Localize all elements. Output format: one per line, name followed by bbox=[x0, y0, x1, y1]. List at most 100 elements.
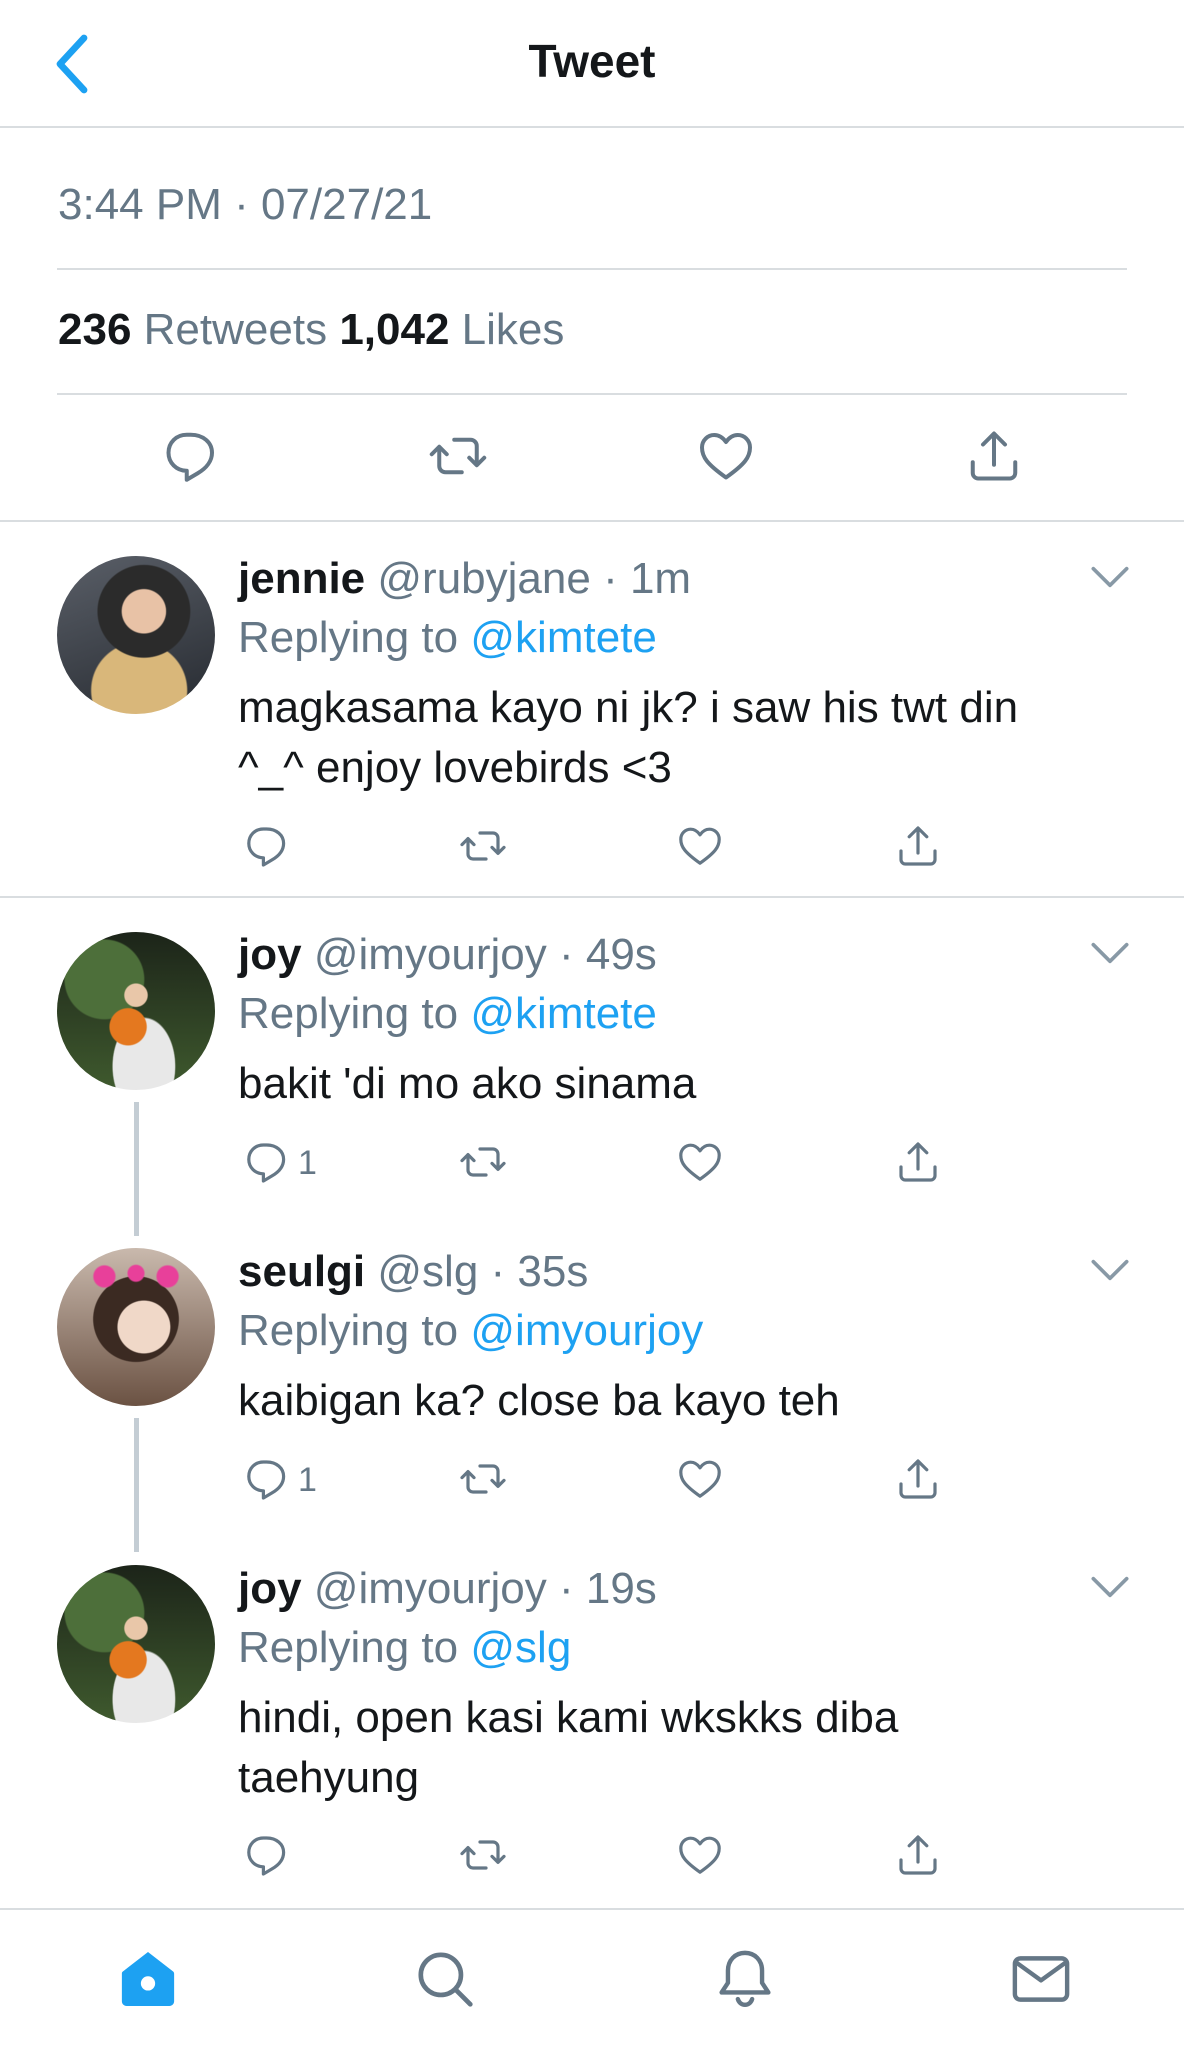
tweet-timestamp: 3:44 PM · 07/27/21 bbox=[58, 180, 433, 229]
search-icon bbox=[418, 1952, 473, 2007]
share-button[interactable] bbox=[964, 426, 1024, 486]
tab-home[interactable] bbox=[115, 1946, 181, 2012]
user-handle[interactable]: @imyourjoy bbox=[314, 930, 547, 979]
reply-text: magkasama kayo ni jk? i saw his twt din … bbox=[238, 683, 1019, 792]
reply-time: · 19s bbox=[558, 1564, 657, 1613]
retweet-icon bbox=[459, 1455, 507, 1503]
retweet-button[interactable] bbox=[428, 426, 488, 486]
share-button[interactable] bbox=[894, 1138, 942, 1186]
share-icon bbox=[894, 1455, 942, 1503]
reply-icon bbox=[242, 1138, 290, 1186]
user-handle[interactable]: @imyourjoy bbox=[314, 1564, 547, 1613]
retweet-icon bbox=[459, 822, 507, 870]
heart-icon bbox=[676, 1138, 724, 1186]
retweets-label[interactable]: Retweets bbox=[144, 305, 327, 354]
home-icon bbox=[121, 1952, 175, 2006]
reply-author: joy @imyourjoy · 49s bbox=[238, 930, 657, 980]
share-icon bbox=[894, 1831, 942, 1879]
chevron-down-icon bbox=[1090, 941, 1130, 965]
reply-text: kaibigan ka? close ba kayo teh bbox=[238, 1376, 840, 1425]
share-button[interactable] bbox=[894, 1455, 942, 1503]
reply-time: · 1m bbox=[603, 554, 692, 603]
replying-label: Replying to bbox=[238, 1623, 459, 1672]
mention-link[interactable]: @kimtete bbox=[470, 613, 656, 662]
like-button[interactable] bbox=[676, 1455, 724, 1503]
chevron-down-icon bbox=[1090, 1575, 1130, 1599]
tab-messages[interactable] bbox=[1008, 1946, 1074, 2012]
avatar[interactable] bbox=[57, 1565, 215, 1723]
divider bbox=[0, 520, 1184, 522]
chevron-down-icon bbox=[1090, 1258, 1130, 1282]
mention-link[interactable]: @imyourjoy bbox=[470, 1306, 703, 1355]
likes-label[interactable]: Likes bbox=[462, 305, 565, 354]
likes-count[interactable]: 1,042 bbox=[339, 305, 449, 354]
retweet-button[interactable] bbox=[459, 1831, 507, 1879]
user-handle[interactable]: @rubyjane bbox=[377, 554, 590, 603]
share-icon bbox=[894, 822, 942, 870]
display-name[interactable]: joy bbox=[238, 930, 302, 979]
reply-button[interactable] bbox=[242, 1138, 290, 1186]
like-button[interactable] bbox=[696, 426, 756, 486]
display-name[interactable]: seulgi bbox=[238, 1247, 365, 1296]
retweet-icon bbox=[459, 1138, 507, 1186]
reply-button[interactable] bbox=[242, 1831, 290, 1879]
thread-line bbox=[134, 1418, 139, 1552]
reply-count: 1 bbox=[298, 1461, 317, 1499]
retweet-button[interactable] bbox=[459, 1455, 507, 1503]
display-name[interactable]: joy bbox=[238, 1564, 302, 1613]
share-button[interactable] bbox=[894, 1831, 942, 1879]
more-options-button[interactable] bbox=[1090, 1258, 1130, 1288]
top-navigation-bar: Tweet bbox=[0, 0, 1184, 128]
reply-count: 1 bbox=[298, 1144, 317, 1182]
share-icon bbox=[964, 426, 1024, 486]
tab-search[interactable] bbox=[412, 1946, 478, 2012]
user-handle[interactable]: @slg bbox=[377, 1247, 478, 1296]
retweet-button[interactable] bbox=[459, 822, 507, 870]
replying-to: Replying to @imyourjoy bbox=[238, 1306, 703, 1356]
share-icon bbox=[894, 1138, 942, 1186]
reply-button[interactable] bbox=[242, 1455, 290, 1503]
tweet-stats: 236 Retweets 1,042 Likes bbox=[58, 305, 564, 355]
retweets-count[interactable]: 236 bbox=[58, 305, 131, 354]
replying-label: Replying to bbox=[238, 613, 459, 662]
tab-notifications[interactable] bbox=[712, 1946, 778, 2012]
bell-icon bbox=[719, 1950, 771, 2008]
replying-label: Replying to bbox=[238, 989, 459, 1038]
reply-button[interactable] bbox=[242, 822, 290, 870]
retweet-button[interactable] bbox=[459, 1138, 507, 1186]
reply-button[interactable] bbox=[160, 426, 220, 486]
avatar[interactable] bbox=[57, 1248, 215, 1406]
heart-icon bbox=[696, 426, 756, 486]
thread-line bbox=[134, 1102, 139, 1236]
more-options-button[interactable] bbox=[1090, 565, 1130, 595]
retweet-icon bbox=[459, 1831, 507, 1879]
like-button[interactable] bbox=[676, 1831, 724, 1879]
heart-icon bbox=[676, 822, 724, 870]
divider bbox=[57, 268, 1127, 270]
reply-icon bbox=[242, 822, 290, 870]
reply-time: · 49s bbox=[558, 930, 657, 979]
mail-icon bbox=[1012, 1956, 1070, 2002]
reply-icon bbox=[242, 1455, 290, 1503]
reply-author: seulgi @slg · 35s bbox=[238, 1247, 588, 1297]
page-title: Tweet bbox=[528, 35, 656, 87]
like-button[interactable] bbox=[676, 1138, 724, 1186]
share-button[interactable] bbox=[894, 822, 942, 870]
reply-author: jennie @rubyjane · 1m bbox=[238, 554, 691, 604]
mention-link[interactable]: @slg bbox=[470, 1623, 571, 1672]
replying-to: Replying to @kimtete bbox=[238, 613, 657, 663]
avatar[interactable] bbox=[57, 932, 215, 1090]
mention-link[interactable]: @kimtete bbox=[470, 989, 656, 1038]
like-button[interactable] bbox=[676, 822, 724, 870]
more-options-button[interactable] bbox=[1090, 1575, 1130, 1605]
replying-label: Replying to bbox=[238, 1306, 459, 1355]
more-options-button[interactable] bbox=[1090, 941, 1130, 971]
reply-icon bbox=[160, 426, 220, 486]
reply-time: · 35s bbox=[490, 1247, 589, 1296]
display-name[interactable]: jennie bbox=[238, 554, 365, 603]
avatar[interactable] bbox=[57, 556, 215, 714]
divider bbox=[57, 393, 1127, 395]
replying-to: Replying to @slg bbox=[238, 1623, 571, 1673]
chevron-down-icon bbox=[1090, 565, 1130, 589]
reply-author: joy @imyourjoy · 19s bbox=[238, 1564, 657, 1614]
